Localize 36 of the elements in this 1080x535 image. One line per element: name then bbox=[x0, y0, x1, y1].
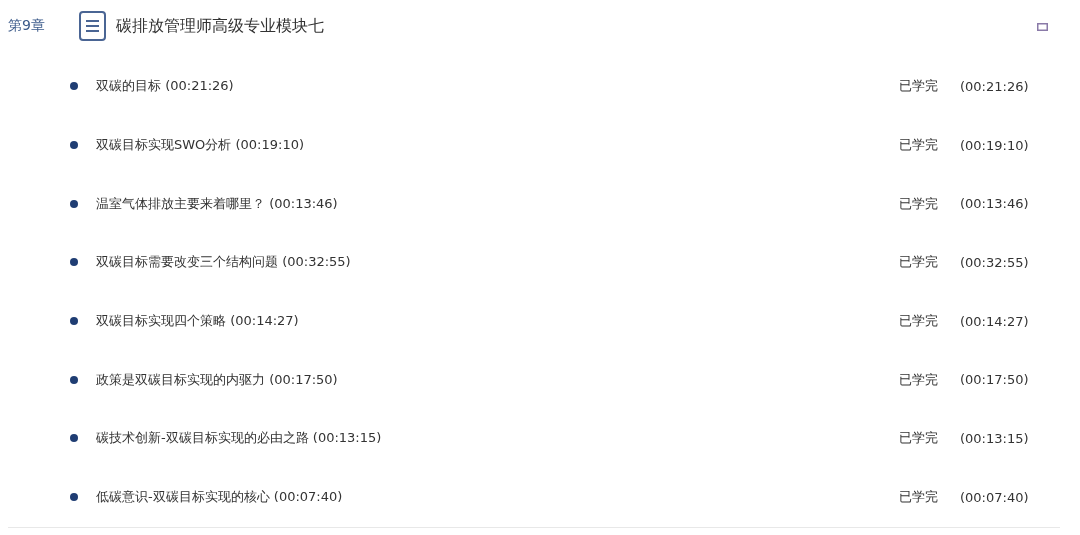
lesson-link[interactable]: 温室气体排放主要来着哪里？ (00:13:46) bbox=[96, 194, 899, 213]
lesson-status: 已学完 bbox=[899, 429, 939, 448]
lesson-status: 已学完 bbox=[899, 488, 939, 507]
lesson-status: 已学完 bbox=[899, 77, 939, 96]
bullet-icon bbox=[70, 82, 78, 91]
lesson-link[interactable]: 双碳目标实现四个策略 (00:14:27) bbox=[96, 312, 899, 331]
bullet-icon bbox=[70, 375, 78, 384]
lesson-link[interactable]: 低碳意识-双碳目标实现的核心 (00:07:40) bbox=[96, 488, 899, 507]
document-icon bbox=[79, 11, 106, 41]
bullet-icon bbox=[70, 258, 78, 267]
bullet-icon bbox=[70, 434, 78, 443]
lesson-duration: (00:13:46) bbox=[960, 196, 1030, 212]
bullet-icon bbox=[70, 199, 78, 208]
lesson-link[interactable]: 双碳目标需要改变三个结构问题 (00:32:55) bbox=[96, 253, 899, 272]
lesson-status: 已学完 bbox=[899, 253, 939, 272]
lesson-duration: (00:14:27) bbox=[960, 313, 1030, 329]
lesson-duration: (00:32:55) bbox=[960, 254, 1030, 270]
bullet-icon bbox=[70, 493, 78, 502]
bullet-icon bbox=[70, 141, 78, 150]
collapse-icon[interactable] bbox=[1037, 23, 1048, 31]
lesson-status: 已学完 bbox=[899, 194, 939, 213]
lesson-duration: (00:21:26) bbox=[960, 78, 1030, 94]
bullet-icon bbox=[70, 317, 78, 326]
lesson-status: 已学完 bbox=[899, 370, 939, 389]
lesson-link[interactable]: 政策是双碳目标实现的内驱力 (00:17:50) bbox=[96, 370, 899, 389]
lesson-duration: (00:13:15) bbox=[960, 430, 1030, 446]
lesson-duration: (00:19:10) bbox=[960, 137, 1030, 153]
lesson-status: 已学完 bbox=[899, 312, 939, 331]
lesson-duration: (00:07:40) bbox=[960, 489, 1030, 505]
lesson-duration: (00:17:50) bbox=[960, 372, 1030, 388]
lesson-link[interactable]: 双碳目标实现SWO分析 (00:19:10) bbox=[96, 136, 899, 155]
lesson-link[interactable]: 碳技术创新-双碳目标实现的必由之路 (00:13:15) bbox=[96, 429, 899, 448]
chapter-number: 第9章 bbox=[8, 17, 46, 35]
chapter-title: 碳排放管理师高级专业模块七 bbox=[116, 15, 325, 37]
lesson-link[interactable]: 双碳的目标 (00:21:26) bbox=[96, 77, 899, 96]
lesson-status: 已学完 bbox=[899, 136, 939, 155]
